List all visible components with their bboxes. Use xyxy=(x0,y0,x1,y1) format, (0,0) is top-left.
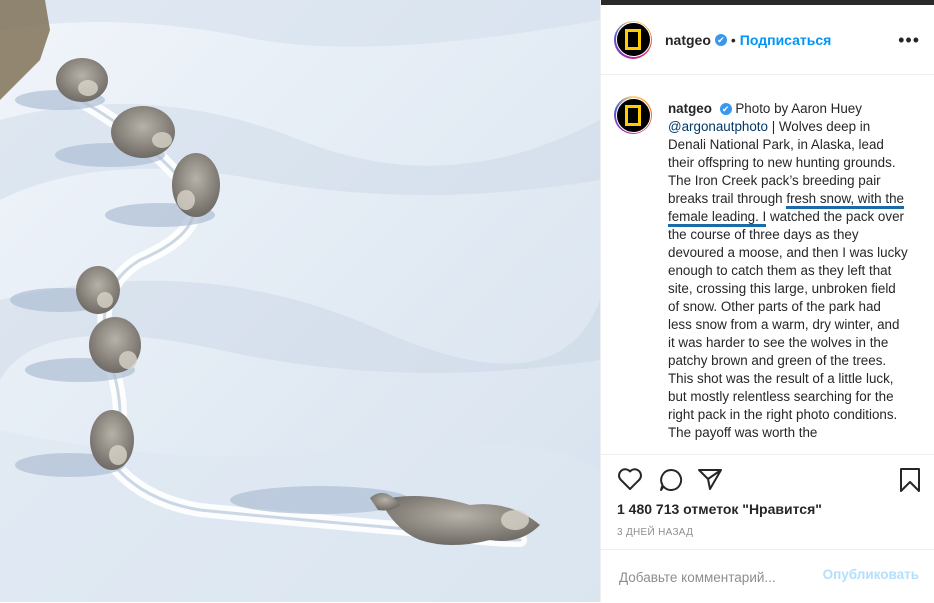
avatar[interactable] xyxy=(614,20,652,59)
post-sidebar: natgeo ✔ • Подписаться ••• natgeo ✔ Phot… xyxy=(600,0,934,602)
post-timestamp[interactable]: 3 ДНЕЙ НАЗАД xyxy=(617,527,693,538)
caption-mention-link[interactable]: @argonautphoto xyxy=(668,119,768,134)
caption-username[interactable]: natgeo xyxy=(668,101,712,116)
caption-body-2: watched the pack over the course of thre… xyxy=(668,209,908,440)
caption-intro: Photo by Aaron Huey xyxy=(735,101,862,116)
caption-text: natgeo ✔ Photo by Aaron Huey @argonautph… xyxy=(668,100,908,442)
comment-bar: Опубликовать xyxy=(601,549,934,603)
wolves-in-snow-image xyxy=(0,0,600,602)
caption-scroll-area[interactable]: natgeo ✔ Photo by Aaron Huey @argonautph… xyxy=(601,76,934,454)
natgeo-logo-icon xyxy=(615,22,651,57)
comment-icon[interactable] xyxy=(658,467,684,498)
more-options-icon[interactable]: ••• xyxy=(898,30,920,51)
likes-count[interactable]: 1 480 713 отметок "Нравится" xyxy=(617,501,822,517)
header-username[interactable]: natgeo xyxy=(665,32,711,48)
comment-input[interactable] xyxy=(617,564,811,590)
verified-badge-icon: ✔ xyxy=(719,103,732,116)
caption-avatar[interactable] xyxy=(614,96,652,134)
like-heart-icon[interactable] xyxy=(617,467,643,496)
post-actions: 1 480 713 отметок "Нравится" 3 ДНЕЙ НАЗА… xyxy=(601,454,934,602)
natgeo-logo-icon xyxy=(615,97,651,133)
separator-dot: • xyxy=(730,31,736,48)
post-comment-button[interactable]: Опубликовать xyxy=(823,567,919,582)
bookmark-icon[interactable] xyxy=(898,467,922,498)
post-header: natgeo ✔ • Подписаться ••• xyxy=(601,5,934,75)
share-direct-icon[interactable] xyxy=(697,467,723,496)
post-photo[interactable] xyxy=(0,0,600,602)
verified-badge-icon: ✔ xyxy=(714,33,727,46)
follow-button[interactable]: Подписаться xyxy=(740,32,832,48)
